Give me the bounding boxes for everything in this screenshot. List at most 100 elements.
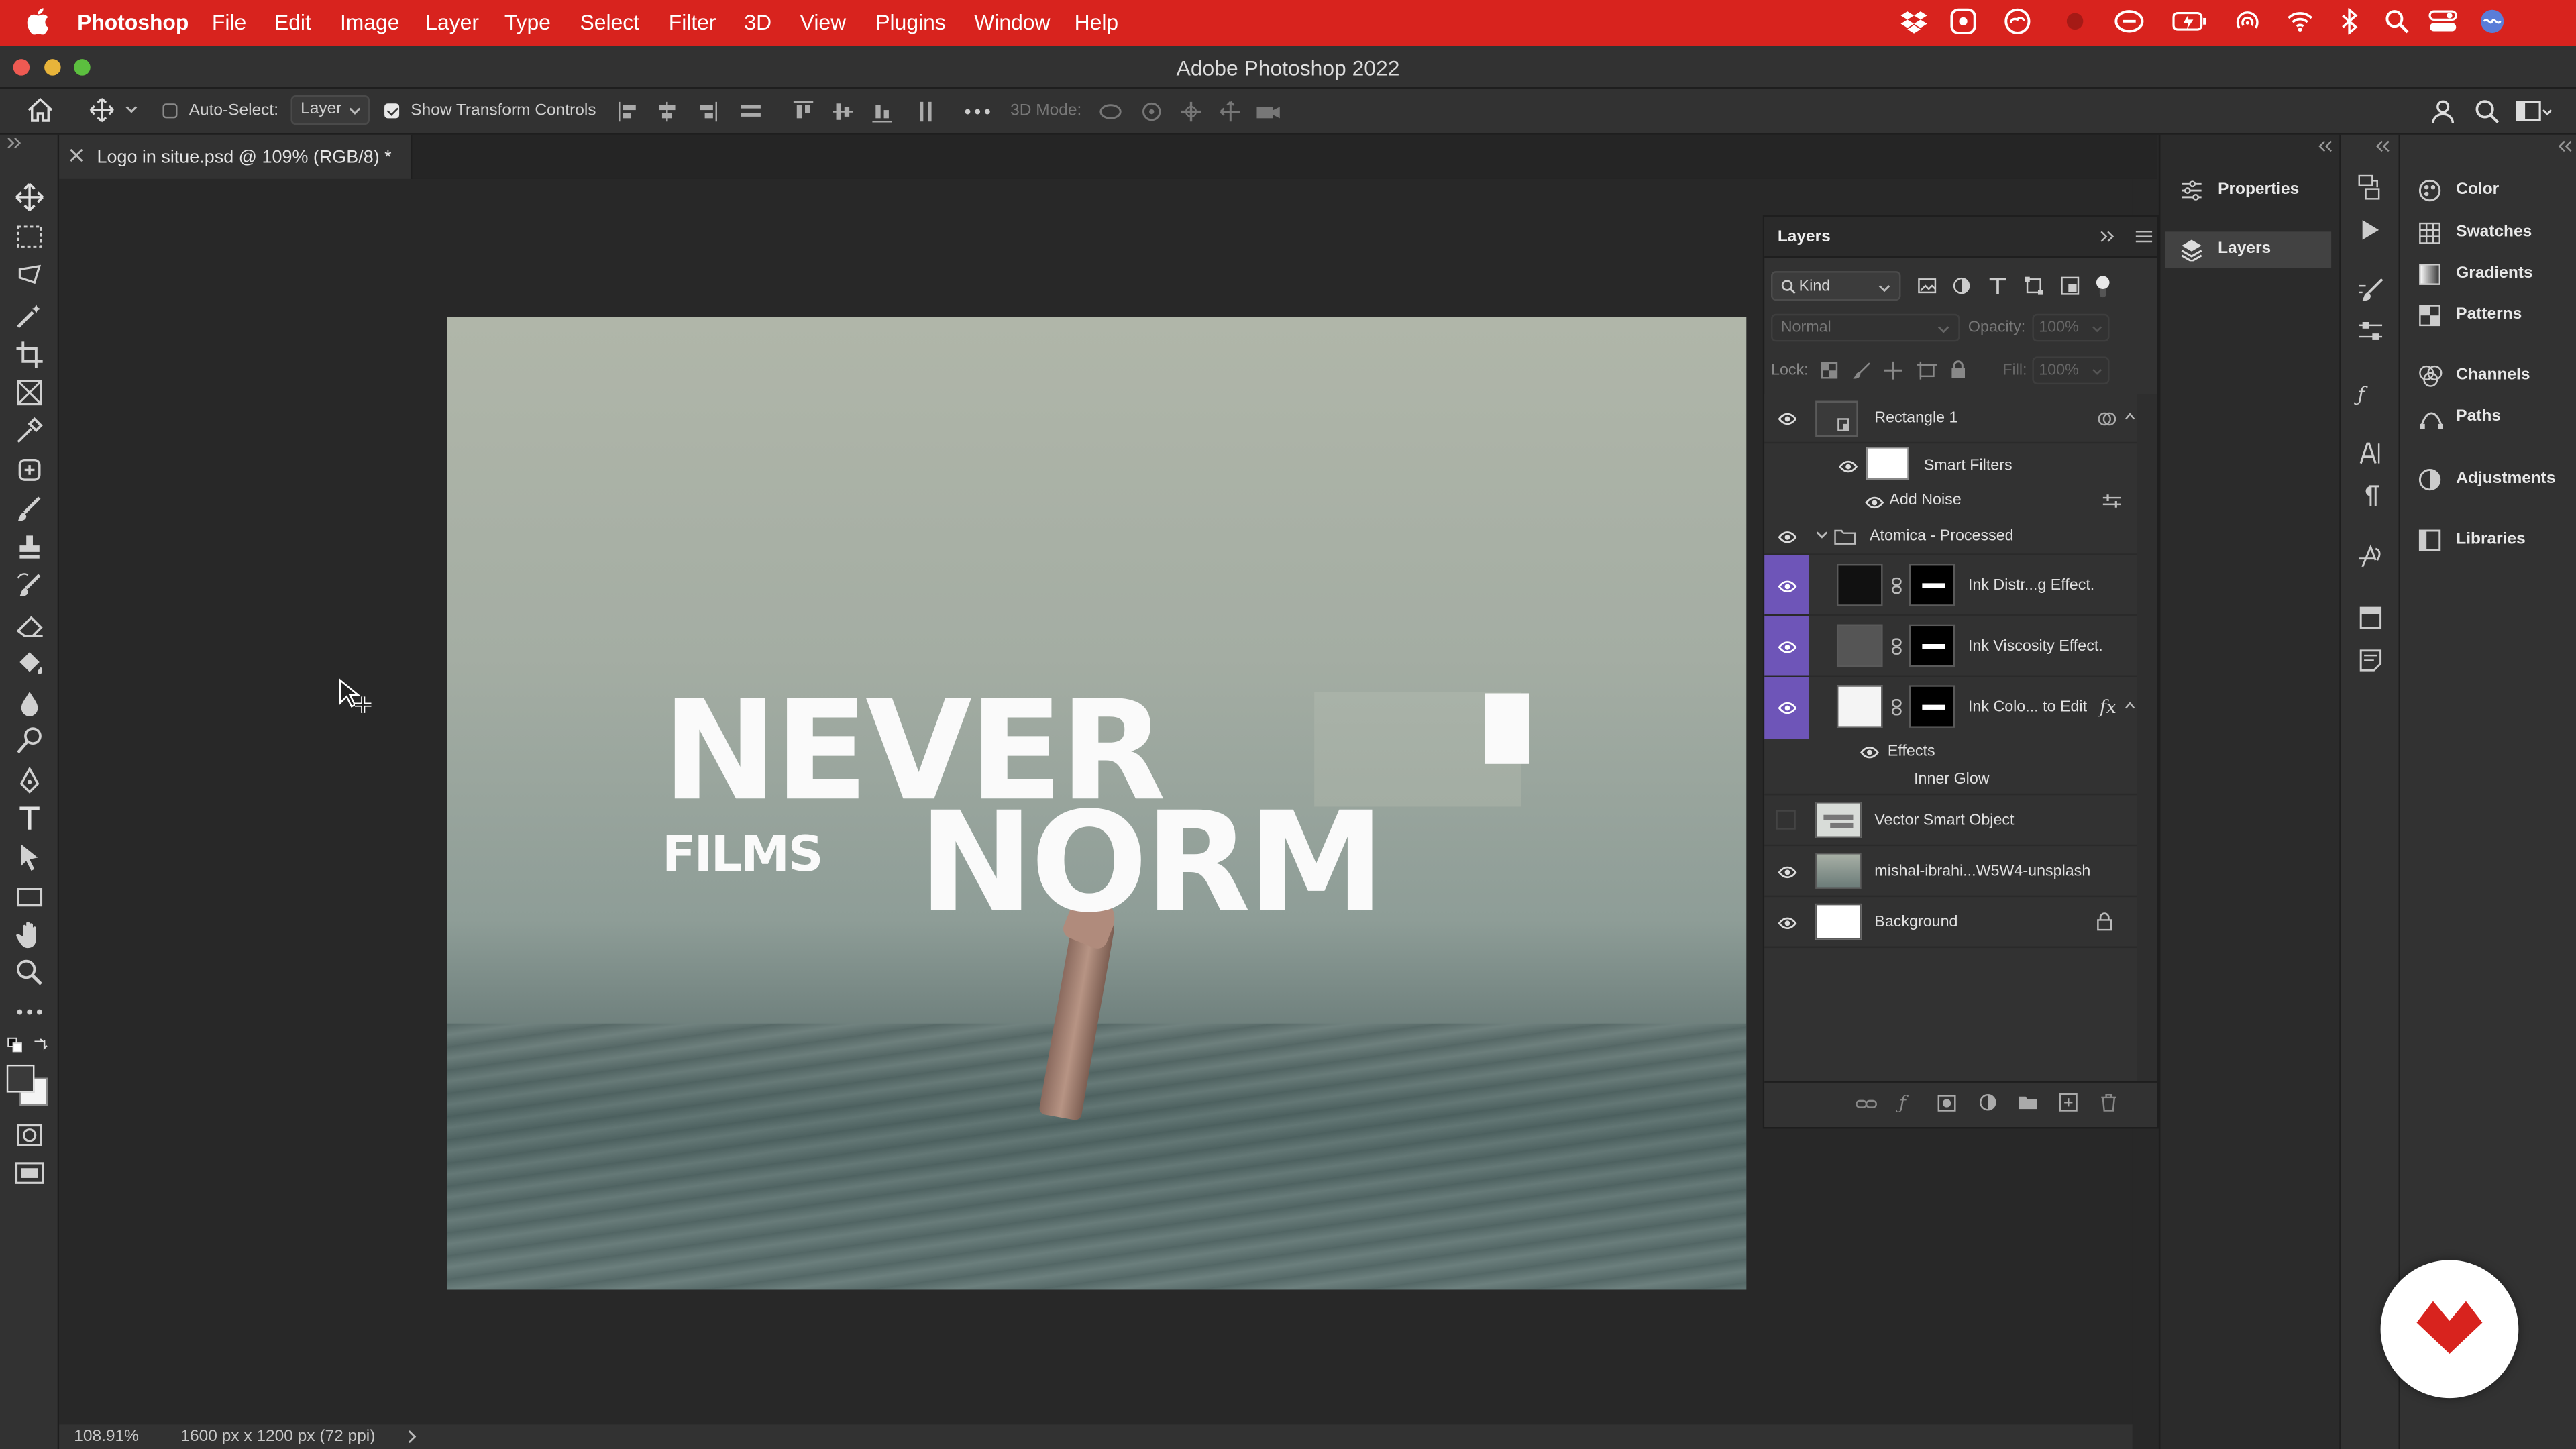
swatches-panel-tab[interactable]: Swatches <box>2400 217 2576 256</box>
patterns-panel-tab[interactable]: Patterns <box>2400 299 2576 339</box>
menu-help[interactable]: Help <box>1075 10 1119 35</box>
filter-blending-options-icon[interactable] <box>2102 494 2121 509</box>
type-tool-icon[interactable] <box>13 802 46 835</box>
show-transform-controls-checkbox[interactable] <box>384 103 400 119</box>
collapse-panel-icon[interactable] <box>2100 230 2116 244</box>
smart-filter-mask-thumbnail[interactable] <box>1866 447 1909 480</box>
close-tab-icon[interactable] <box>69 148 84 162</box>
menu-type[interactable]: Type <box>504 10 551 35</box>
creative-cloud-icon[interactable] <box>2002 8 2031 34</box>
distribute-vertical-icon[interactable] <box>915 100 938 123</box>
fill-input[interactable]: 100% <box>2032 356 2110 385</box>
auto-select-target-select[interactable]: Layer <box>290 95 370 125</box>
history-brush-tool-icon[interactable] <box>13 570 46 603</box>
workspace-layout-icon[interactable] <box>2515 99 2552 125</box>
layers-panel-title[interactable]: Layers <box>1778 228 1831 246</box>
3d-camera-icon[interactable] <box>1255 100 1281 123</box>
visibility-eye-icon[interactable] <box>1778 641 1797 654</box>
collapse-dock-icon[interactable] <box>2374 140 2390 153</box>
layer-mask-thumbnail[interactable] <box>1909 624 1955 667</box>
layer-row[interactable]: Ink Colo... to Edit fx <box>1764 677 2137 739</box>
layers-scrollbar[interactable] <box>2137 394 2157 1085</box>
visibility-eye-icon[interactable] <box>1838 460 1858 474</box>
menu-3d[interactable]: 3D <box>744 10 771 35</box>
add-layer-style-icon[interactable]: ƒ <box>1899 1093 1906 1114</box>
collapse-dock-icon[interactable] <box>2316 140 2332 153</box>
frame-tool-icon[interactable] <box>13 376 46 409</box>
home-icon[interactable] <box>26 97 54 123</box>
visibility-eye-icon[interactable] <box>1778 702 1797 715</box>
gradients-panel-tab[interactable]: Gradients <box>2400 258 2576 297</box>
lock-icon[interactable] <box>2096 912 2112 931</box>
visibility-toggle-off[interactable] <box>1776 810 1796 830</box>
menu-filter[interactable]: Filter <box>669 10 716 35</box>
layer-mask-thumbnail[interactable] <box>1909 564 1955 606</box>
layer-row[interactable]: Ink Distr...g Effect. <box>1764 555 2138 616</box>
menu-app-name[interactable]: Photoshop <box>77 10 189 35</box>
healing-brush-tool-icon[interactable] <box>13 453 46 486</box>
adjustment-layer-icon[interactable] <box>1978 1093 1998 1112</box>
brand-logo-badge[interactable] <box>2380 1260 2519 1399</box>
dodge-tool-icon[interactable] <box>13 724 46 757</box>
password-manager-icon[interactable] <box>1950 8 1976 34</box>
menu-select[interactable]: Select <box>580 10 639 35</box>
history-icon[interactable] <box>2357 174 2380 200</box>
zoom-tool-icon[interactable] <box>13 956 46 989</box>
move-tool-icon[interactable] <box>13 180 46 213</box>
share-user-icon[interactable] <box>2432 99 2458 125</box>
siri-icon[interactable] <box>2479 8 2506 34</box>
airdrop-icon[interactable] <box>2235 8 2261 34</box>
apple-icon[interactable] <box>26 8 52 35</box>
marquee-tool-icon[interactable] <box>13 220 46 253</box>
bluetooth-icon[interactable] <box>2339 8 2365 35</box>
blur-tool-icon[interactable] <box>13 687 46 720</box>
foreground-color-swatch[interactable] <box>6 1064 35 1093</box>
control-center-icon[interactable] <box>2428 8 2457 34</box>
align-left-icon[interactable] <box>618 100 641 123</box>
3d-orbit-icon[interactable] <box>1097 100 1124 123</box>
collapse-effects-icon[interactable] <box>2125 413 2136 421</box>
layer-mask-thumbnail[interactable] <box>1909 685 1955 728</box>
lock-image-pixels-icon[interactable] <box>1853 362 1871 380</box>
smart-filters-row[interactable]: Smart Filters <box>1764 443 2137 484</box>
actions-play-icon[interactable] <box>2361 219 2383 241</box>
color-panel-tab[interactable]: Color <box>2400 174 2576 214</box>
menu-window[interactable]: Window <box>974 10 1050 35</box>
lock-position-icon[interactable] <box>1884 361 1902 380</box>
brush-tool-icon[interactable] <box>13 493 46 526</box>
menu-file[interactable]: File <box>212 10 246 35</box>
adjustment-sliders-icon[interactable] <box>2357 321 2383 343</box>
delete-layer-icon[interactable] <box>2100 1093 2118 1112</box>
magic-wand-tool-icon[interactable] <box>13 299 46 332</box>
visibility-eye-icon[interactable] <box>1865 496 1884 510</box>
menu-edit[interactable]: Edit <box>274 10 311 35</box>
path-selection-tool-icon[interactable] <box>13 841 46 874</box>
edit-toolbar-icon[interactable] <box>13 996 46 1028</box>
lasso-tool-icon[interactable] <box>13 260 46 292</box>
opacity-input[interactable]: 100% <box>2032 313 2110 342</box>
hand-tool-icon[interactable] <box>13 918 46 951</box>
status-menu-chevron-icon[interactable] <box>407 1430 417 1444</box>
chevron-down-icon[interactable] <box>125 105 138 115</box>
eraser-tool-icon[interactable] <box>13 610 46 643</box>
libraries-panel-icon[interactable] <box>2359 606 2382 629</box>
filter-shape-icon[interactable] <box>2024 276 2043 295</box>
layer-group-row[interactable]: Atomica - Processed <box>1764 517 2138 555</box>
quick-mask-icon[interactable] <box>13 1119 46 1152</box>
more-options-icon[interactable] <box>965 100 991 123</box>
blend-mode-select[interactable]: Normal <box>1771 313 1960 342</box>
layer-filter-kind-select[interactable]: Kind <box>1771 271 1901 301</box>
layer-row[interactable]: Ink Viscosity Effect. <box>1764 616 2138 677</box>
align-right-icon[interactable] <box>695 100 718 123</box>
notes-icon[interactable] <box>2359 649 2382 672</box>
pen-tool-icon[interactable] <box>13 764 46 797</box>
visibility-eye-icon[interactable] <box>1778 580 1797 593</box>
align-center-icon[interactable] <box>655 100 678 123</box>
cloud-sync-icon[interactable] <box>2114 8 2144 34</box>
menu-layer[interactable]: Layer <box>425 10 479 35</box>
rectangle-tool-icon[interactable] <box>13 881 46 914</box>
align-bottom-icon[interactable] <box>871 100 894 123</box>
visibility-eye-icon[interactable] <box>1778 413 1797 426</box>
filter-row[interactable]: Add Noise <box>1764 484 2137 517</box>
glyphs-icon[interactable] <box>2357 544 2381 568</box>
